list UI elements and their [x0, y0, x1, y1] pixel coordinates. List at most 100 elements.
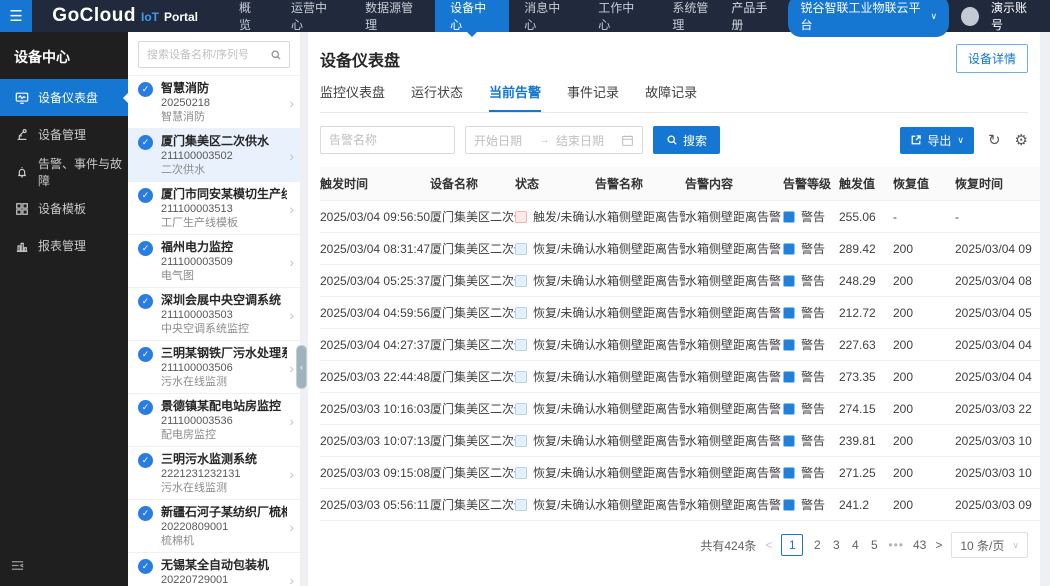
table-row[interactable]: 2025/03/04 09:56:50 厦门集美区二次供水 触发/未确认 水箱侧…	[320, 201, 1040, 233]
search-button[interactable]: 搜索	[653, 126, 720, 154]
device-list-item[interactable]: ✓ 三明某钢铁厂污水处理系统 211100003506 污水在线监测 ›	[128, 341, 300, 394]
cell-recover-value: 200	[893, 457, 955, 489]
page-number[interactable]: 4	[850, 538, 860, 552]
tab-fault-records[interactable]: 故障记录	[645, 82, 697, 112]
tab-running-status[interactable]: 运行状态	[411, 82, 463, 112]
device-list-item[interactable]: ✓ 福州电力监控 211100003509 电气图 ›	[128, 235, 300, 288]
app-logo: GoCloud IoT Portal	[32, 5, 224, 27]
level-square-icon	[783, 435, 795, 447]
device-name: 景德镇某配电站房监控	[161, 399, 287, 414]
cell-recover-value: 200	[893, 361, 955, 393]
table-row[interactable]: 2025/03/04 05:25:37 厦门集美区二次供水 恢复/未确认 水箱侧…	[320, 265, 1040, 297]
alarm-name-input[interactable]	[320, 126, 455, 154]
menu-toggle-button[interactable]: ☰	[0, 0, 32, 32]
sidebar-item-device-management[interactable]: 设备管理	[0, 116, 128, 153]
device-template: 配电房监控	[161, 428, 287, 442]
device-list-item[interactable]: ✓ 深圳会展中央空调系统 211100003503 中央空调系统监控 ›	[128, 288, 300, 341]
date-range-picker[interactable]: 开始日期 → 结束日期	[465, 126, 643, 154]
device-list: ✓ 智慧消防 20250218 智慧消防 › ✓ 厦门集美区二次供水 21110…	[128, 76, 300, 586]
tab-current-alarms[interactable]: 当前告警	[489, 82, 541, 112]
nav-device-center[interactable]: 设备中心	[435, 0, 509, 32]
search-icon[interactable]	[270, 49, 282, 61]
chevron-left-icon: ‹	[300, 362, 303, 372]
cell-alarm-level: 警告	[783, 393, 839, 425]
page-number[interactable]: •••	[888, 538, 904, 552]
prev-page-icon[interactable]: <	[765, 538, 772, 552]
tab-monitor-dashboard[interactable]: 监控仪表盘	[320, 82, 385, 112]
product-manual-link[interactable]: 产品手册	[731, 0, 776, 33]
nav-system-management[interactable]: 系统管理	[657, 0, 731, 32]
table-row[interactable]: 2025/03/03 05:56:11 厦门集美区二次供水 恢复/未确认 水箱侧…	[320, 489, 1040, 521]
chevron-right-icon[interactable]: ›	[287, 201, 294, 217]
cell-alarm-name: 水箱侧壁距离告警	[595, 265, 685, 297]
sidebar-item-alarms-events-faults[interactable]: 告警、事件与故障	[0, 153, 128, 190]
sidebar-item-device-dashboard[interactable]: 设备仪表盘	[0, 79, 128, 116]
device-template: 梳棉机	[161, 534, 287, 548]
page-number[interactable]: 2	[812, 538, 822, 552]
sidebar-item-report-management[interactable]: 报表管理	[0, 227, 128, 264]
search-icon	[666, 134, 678, 146]
page-number[interactable]: 3	[831, 538, 841, 552]
chevron-right-icon[interactable]: ›	[287, 360, 294, 376]
cell-trigger-time: 2025/03/03 09:15:08	[320, 457, 430, 489]
nav-message-center[interactable]: 消息中心	[509, 0, 583, 32]
table-row[interactable]: 2025/03/04 04:59:56 厦门集美区二次供水 恢复/未确认 水箱侧…	[320, 297, 1040, 329]
table-row[interactable]: 2025/03/04 04:27:37 厦门集美区二次供水 恢复/未确认 水箱侧…	[320, 329, 1040, 361]
cell-alarm-name: 水箱侧壁距离告警	[595, 457, 685, 489]
device-list-item[interactable]: ✓ 智慧消防 20250218 智慧消防 ›	[128, 76, 300, 129]
table-row[interactable]: 2025/03/03 10:16:03 厦门集美区二次供水 恢复/未确认 水箱侧…	[320, 393, 1040, 425]
chevron-right-icon[interactable]: ›	[287, 572, 294, 586]
chevron-right-icon[interactable]: ›	[287, 148, 294, 164]
device-serial: 211100003506	[161, 361, 287, 375]
cell-trigger-time: 2025/03/04 08:31:47	[320, 233, 430, 265]
sidebar-item-device-templates[interactable]: 设备模板	[0, 190, 128, 227]
tab-event-records[interactable]: 事件记录	[567, 82, 619, 112]
cell-alarm-name: 水箱侧壁距离告警	[595, 361, 685, 393]
sidebar-title: 设备中心	[0, 32, 128, 79]
status-square-icon	[515, 435, 527, 447]
device-list-item[interactable]: ✓ 厦门集美区二次供水 211100003502 二次供水 ›	[128, 129, 300, 182]
device-list-item[interactable]: ✓ 无锡某全自动包装机 20220729001 全自动包装机 ›	[128, 553, 300, 586]
chevron-right-icon[interactable]: ›	[287, 413, 294, 429]
refresh-icon[interactable]: ↻	[988, 133, 1001, 148]
chevron-right-icon[interactable]: ›	[287, 254, 294, 270]
chevron-right-icon[interactable]: ›	[287, 466, 294, 482]
table-row[interactable]: 2025/03/03 10:07:13 厦门集美区二次供水 恢复/未确认 水箱侧…	[320, 425, 1040, 457]
page-number[interactable]: 43	[913, 538, 926, 552]
device-detail-button[interactable]: 设备详情	[956, 44, 1028, 73]
device-search-input[interactable]	[147, 49, 270, 61]
panel-collapse-handle[interactable]: ‹	[296, 345, 307, 389]
table-row[interactable]: 2025/03/03 22:44:48 厦门集美区二次供水 恢复/未确认 水箱侧…	[320, 361, 1040, 393]
page-scroll-strip[interactable]	[1040, 32, 1050, 586]
device-list-item[interactable]: ✓ 三明污水监测系统 2221231232131 污水在线监测 ›	[128, 447, 300, 500]
nav-work-center[interactable]: 工作中心	[583, 0, 657, 32]
device-list-item[interactable]: ✓ 景德镇某配电站房监控 211100003536 配电房监控 ›	[128, 394, 300, 447]
col-recover-value: 恢复值	[893, 167, 955, 201]
next-page-icon[interactable]: >	[935, 538, 942, 552]
page-number[interactable]: 1	[781, 534, 803, 556]
nav-datasource-management[interactable]: 数据源管理	[350, 0, 435, 32]
platform-selector[interactable]: 锐谷智联工业物联云平台 ∨	[788, 0, 949, 37]
avatar[interactable]	[961, 7, 979, 26]
page-size-select[interactable]: 10 条/页 ∨	[951, 532, 1028, 558]
cell-trigger-value: 274.15	[839, 393, 893, 425]
nav-operations-center[interactable]: 运营中心	[276, 0, 350, 32]
dashboard-icon	[14, 90, 29, 105]
chevron-right-icon[interactable]: ›	[287, 95, 294, 111]
device-list-item[interactable]: ✓ 新疆石河子某纺织厂梳棉机 20220809001 梳棉机 ›	[128, 500, 300, 553]
nav-overview[interactable]: 概览	[224, 0, 276, 32]
table-row[interactable]: 2025/03/03 09:15:08 厦门集美区二次供水 恢复/未确认 水箱侧…	[320, 457, 1040, 489]
sidebar-collapse-button[interactable]	[10, 558, 25, 578]
device-list-item[interactable]: ✓ 厦门市同安某模切生产线 211100003513 工厂生产线模板 ›	[128, 182, 300, 235]
export-button[interactable]: 导出 ∨	[900, 127, 974, 154]
status-square-icon	[515, 371, 527, 383]
page-number[interactable]: 5	[869, 538, 879, 552]
device-name: 厦门集美区二次供水	[161, 134, 287, 149]
chevron-right-icon[interactable]: ›	[287, 307, 294, 323]
cell-alarm-name: 水箱侧壁距离告警	[595, 329, 685, 361]
table-row[interactable]: 2025/03/04 08:31:47 厦门集美区二次供水 恢复/未确认 水箱侧…	[320, 233, 1040, 265]
chevron-right-icon[interactable]: ›	[287, 519, 294, 535]
cell-trigger-time: 2025/03/04 04:27:37	[320, 329, 430, 361]
gear-icon[interactable]: ⚙	[1015, 133, 1028, 148]
cell-alarm-level: 警告	[783, 233, 839, 265]
